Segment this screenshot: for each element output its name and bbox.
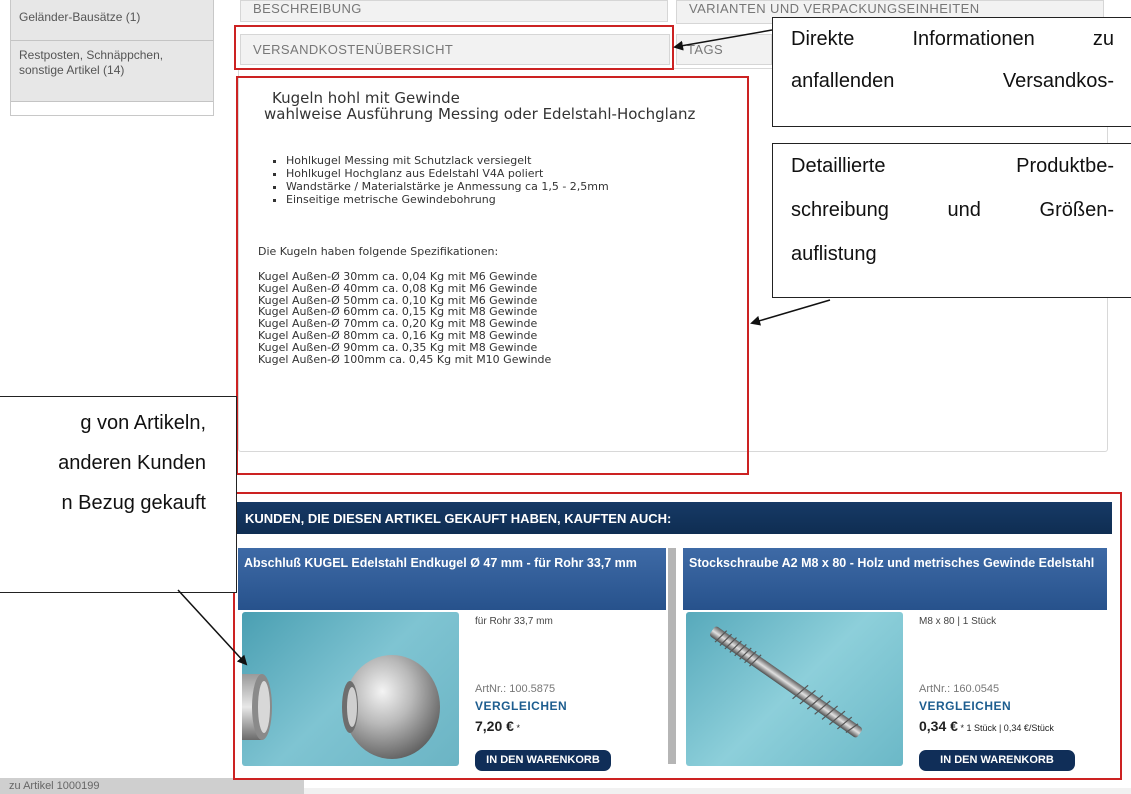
sidebar-item-restposten[interactable]: Restposten, Schnäppchen, sonstige Artike… (11, 41, 213, 102)
tab-tags[interactable]: TAGS (676, 34, 772, 65)
sidebar-item-gelaender[interactable]: Geländer-Bausätze (1) (11, 0, 213, 41)
callout-line: auflistung (791, 243, 877, 265)
callout-related-info: g von Artikeln, anderen Kunden n Bezug g… (0, 396, 237, 593)
category-sidebar: Geländer-Bausätze (1) Restposten, Schnäp… (10, 0, 214, 116)
tab-beschreibung[interactable]: BESCHREIBUNG (240, 0, 668, 22)
callout-line: g von Artikeln, (80, 412, 206, 434)
callout-line: n Bezug gekauft (61, 492, 206, 514)
callout-line: anfallenden Versandkos- (791, 70, 1114, 92)
highlight-recommendations (233, 492, 1122, 780)
bottom-strip (304, 788, 1131, 794)
callout-line: anderen Kunden (58, 452, 206, 474)
highlight-versandkosten (234, 25, 674, 70)
highlight-description (236, 76, 749, 475)
callout-line: Detaillierte Produktbe- (791, 155, 1114, 177)
callout-line: schreibung und Größen- (791, 199, 1114, 221)
callout-description-info: Detaillierte Produktbe- schreibung und G… (772, 143, 1131, 298)
callout-shipping-info: Direkte Informationen zu anfallenden Ver… (772, 17, 1131, 127)
related-article-link[interactable]: zu Artikel 1000199 (0, 778, 304, 794)
callout-line: Direkte Informationen zu (791, 28, 1114, 50)
